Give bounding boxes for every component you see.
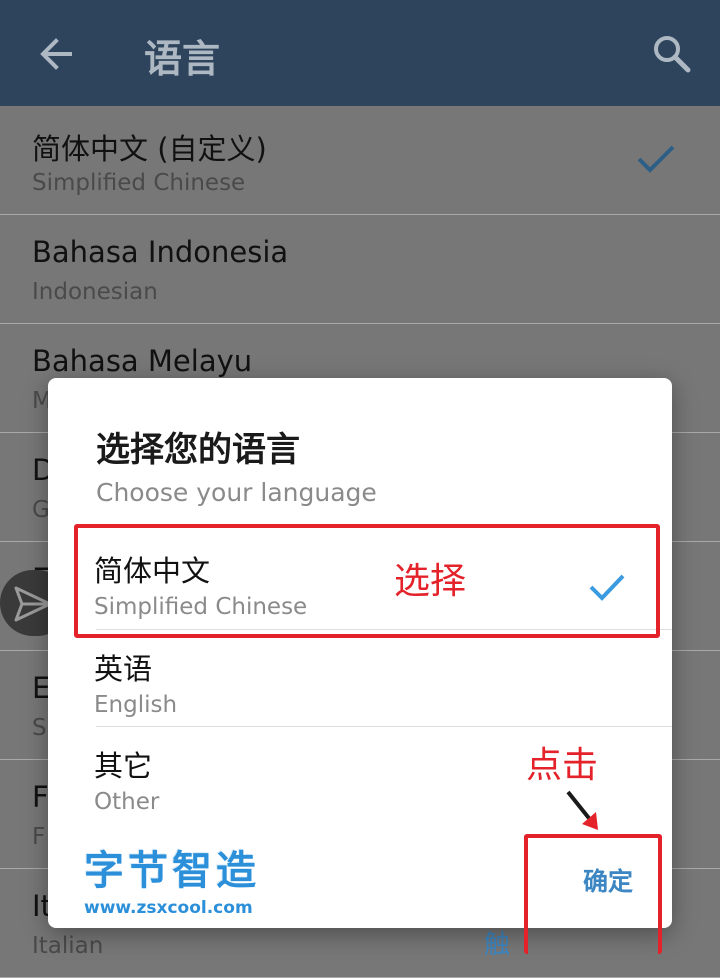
language-native: Indonesian (32, 279, 158, 305)
app-bar: 语言 (0, 0, 720, 106)
check-icon (637, 145, 675, 173)
language-name: F (32, 780, 49, 814)
language-name: Bahasa Melayu (32, 344, 253, 378)
page-title: 语言 (144, 37, 221, 81)
annotation-click: 点击 (526, 745, 599, 786)
option-name: 其它 (94, 749, 153, 783)
language-native: Italian (32, 933, 104, 959)
option-name: 英语 (94, 652, 153, 686)
option-native: English (94, 692, 178, 718)
highlight-box-confirm (524, 834, 662, 954)
option-native: Other (94, 789, 160, 815)
dialog-title: 选择您的语言 (96, 430, 300, 470)
watermark-url: www.zsxcool.com (84, 898, 253, 918)
watermark-logo: 字节智造 www.zsxcool.com (84, 838, 260, 918)
option-english[interactable]: 英语 English (48, 630, 672, 727)
language-name: Bahasa Indonesia (32, 235, 289, 269)
highlight-box-selection (74, 524, 660, 638)
list-item[interactable]: 简体中文 (自定义) Simplified Chinese (0, 106, 720, 215)
watermark-text: 字节智造 (84, 848, 260, 894)
language-native: S (32, 715, 47, 741)
partial-text: 触 (484, 930, 511, 960)
language-name: 简体中文 (自定义) (32, 132, 267, 166)
back-arrow-icon[interactable] (36, 34, 76, 74)
annotation-select: 选择 (394, 561, 467, 602)
list-item[interactable]: Bahasa Indonesia Indonesian (0, 215, 720, 324)
search-icon[interactable] (650, 32, 692, 74)
language-native: Simplified Chinese (32, 170, 246, 196)
annotation-arrow-icon (566, 790, 598, 830)
language-native: F (32, 824, 46, 850)
dialog-subtitle: Choose your language (96, 478, 377, 507)
